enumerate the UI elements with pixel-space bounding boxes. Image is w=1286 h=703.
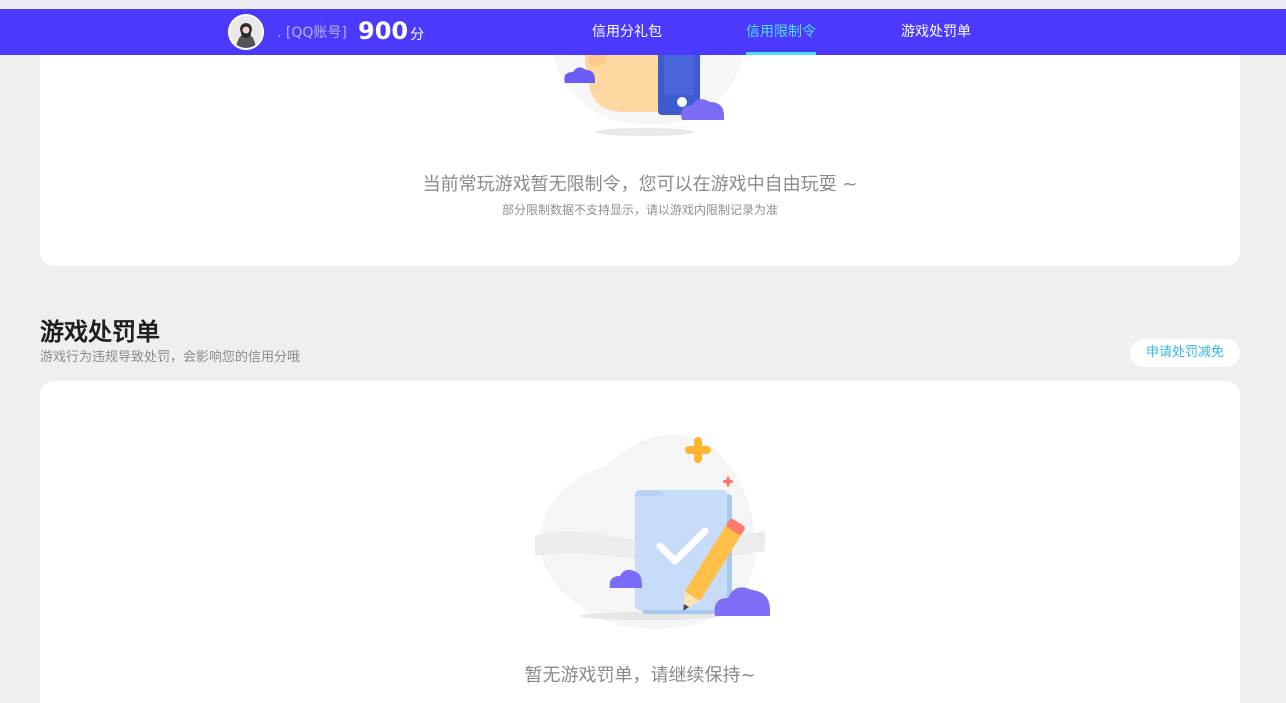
restriction-empty-text: 当前常玩游戏暂无限制令，您可以在游戏中自由玩耍 ~ bbox=[422, 174, 858, 195]
active-tab-indicator bbox=[746, 52, 816, 55]
document-check-illustration bbox=[535, 434, 770, 630]
apply-penalty-reduction-button[interactable]: 申请处罚减免 bbox=[1130, 339, 1240, 367]
credit-score: 900 分 bbox=[358, 16, 424, 46]
restriction-note: 部分限制数据不支持显示，请以游戏内限制记录为准 bbox=[501, 203, 778, 217]
penalty-empty-text: 暂无游戏罚单，请继续保持~ bbox=[524, 665, 756, 686]
restriction-card: 当前常玩游戏暂无限制令，您可以在游戏中自由玩耍 ~ 部分限制数据不支持显示，请以… bbox=[40, 20, 1240, 266]
section-title: 游戏处罚单 bbox=[40, 318, 160, 346]
score-unit: 分 bbox=[410, 27, 425, 43]
tab-game-penalty[interactable]: 游戏处罚单 bbox=[901, 23, 971, 41]
penalty-card: 暂无游戏罚单，请继续保持~ bbox=[40, 381, 1240, 703]
top-strip bbox=[0, 0, 1286, 9]
account-label: . [QQ账号] bbox=[277, 25, 347, 41]
avatar[interactable] bbox=[228, 14, 264, 50]
top-nav-bar: . [QQ账号] 900 分 信用分礼包 信用限制令 游戏处罚单 bbox=[0, 9, 1286, 55]
score-value: 900 bbox=[358, 17, 409, 45]
tab-credit-restriction[interactable]: 信用限制令 bbox=[746, 23, 816, 41]
section-description: 游戏行为违规导致处罚，会影响您的信用分哦 bbox=[40, 350, 301, 365]
tab-credit-gift[interactable]: 信用分礼包 bbox=[592, 23, 662, 41]
